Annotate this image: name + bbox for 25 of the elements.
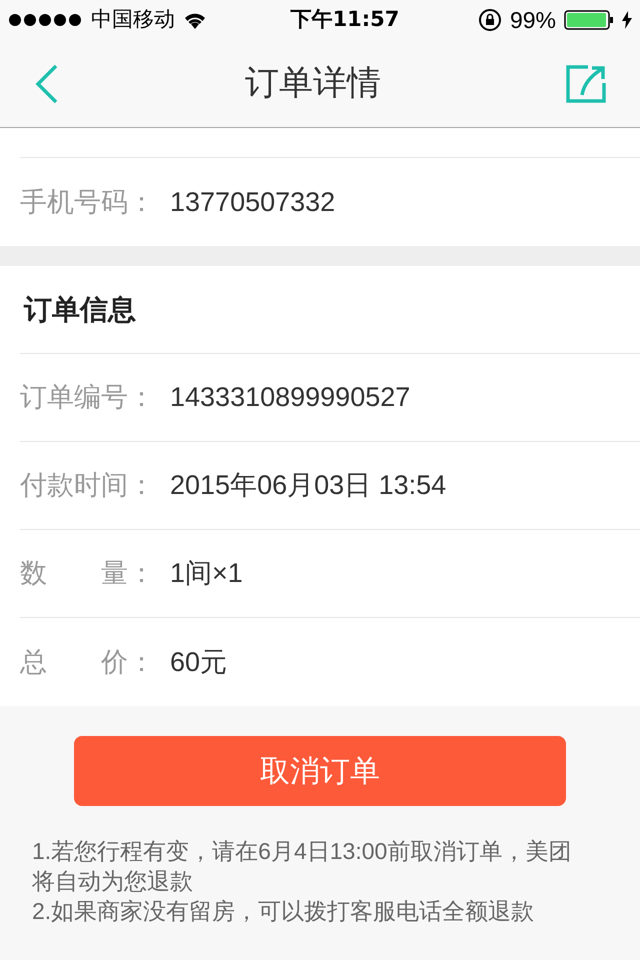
cancel-order-button[interactable]: 取消订单 <box>74 736 566 806</box>
field-value: 1间×1 <box>170 557 243 590</box>
section-heading: 订单信息 <box>22 292 136 326</box>
field-value: 1433310899990527 <box>170 381 410 414</box>
field-label: 订单编号： <box>20 381 156 414</box>
field-label: 付款时间： <box>20 469 156 502</box>
note-text: 2.如果商家没有留房，可以拨打客服电话全额退款 <box>32 897 536 926</box>
battery-icon <box>564 10 614 30</box>
field-label: 手机号码： <box>20 186 156 219</box>
status-time: 下午11:57 <box>290 6 400 34</box>
page-title: 订单详情 <box>245 63 381 104</box>
battery-percent: 99% <box>510 6 556 35</box>
rotation-lock-icon <box>478 8 502 32</box>
field-value: 2015年06月03日 13:54 <box>170 469 446 502</box>
field-value: 13770507332 <box>170 186 336 219</box>
note-text: 1.若您行程有变，请在6月4日13:00前取消订单，美团将自动为您退款 <box>32 837 572 896</box>
field-label: 总 价： <box>20 646 156 679</box>
signal-icon <box>8 13 83 27</box>
charging-icon <box>622 11 632 29</box>
share-icon[interactable] <box>566 64 606 102</box>
back-icon[interactable] <box>34 64 60 104</box>
field-label: 数 量： <box>20 557 156 590</box>
field-value: 60元 <box>170 646 228 679</box>
carrier-name: 中国移动 <box>91 6 175 34</box>
wifi-icon <box>183 11 207 29</box>
